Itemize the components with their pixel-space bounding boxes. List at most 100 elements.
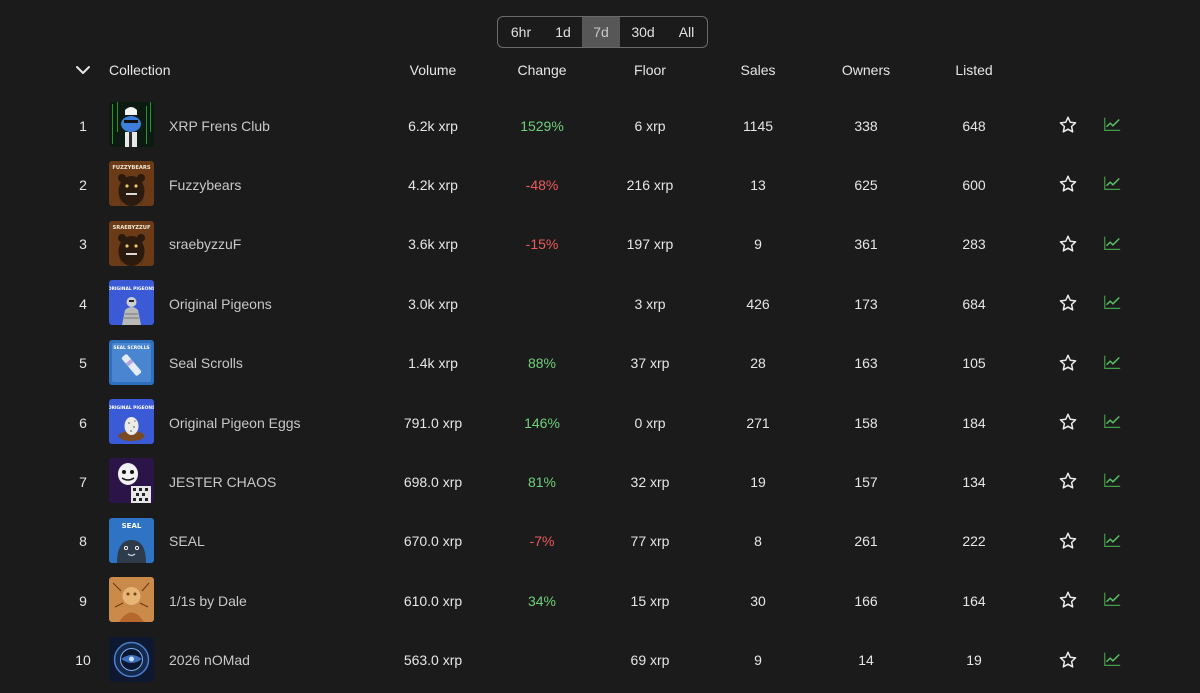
column-header-change[interactable]: Change — [492, 62, 592, 80]
star-outline-icon[interactable] — [1058, 174, 1078, 194]
listed-value: 600 — [962, 176, 986, 193]
table-row[interactable]: 2 FUZZYBEARS Fuzzybears 4.2k xrp -48% 21… — [0, 155, 1200, 214]
range-option-all[interactable]: All — [666, 17, 707, 47]
trend-chart-icon[interactable] — [1102, 293, 1122, 311]
star-outline-icon[interactable] — [1058, 471, 1078, 491]
listed-value: 283 — [962, 236, 986, 253]
star-outline-icon[interactable] — [1058, 115, 1078, 135]
collection-thumbnail[interactable] — [109, 102, 154, 147]
star-outline-icon[interactable] — [1058, 590, 1078, 610]
collection-thumbnail[interactable] — [109, 458, 154, 504]
column-header-volume[interactable]: Volume — [383, 62, 483, 80]
trend-chart-icon[interactable] — [1102, 650, 1122, 668]
column-header-floor[interactable]: Floor — [600, 62, 700, 80]
collection-name[interactable]: Seal Scrolls — [169, 334, 243, 393]
star-outline-icon[interactable] — [1058, 412, 1078, 432]
svg-text:SRAEBYZZUF: SRAEBYZZUF — [113, 225, 151, 231]
column-header-sales[interactable]: Sales — [708, 62, 808, 80]
change-value: -48% — [525, 176, 559, 193]
column-header-collection[interactable]: Collection — [109, 62, 170, 80]
rank-number: 2 — [79, 176, 87, 193]
column-header-owners[interactable]: Owners — [816, 62, 916, 80]
collection-name[interactable]: 1/1s by Dale — [169, 571, 247, 630]
volume-value: 3.6k xrp — [408, 236, 458, 253]
trend-chart-icon[interactable] — [1102, 412, 1122, 430]
rank-number: 3 — [79, 236, 87, 253]
collection-thumbnail[interactable] — [109, 577, 154, 623]
listed-value: 184 — [962, 414, 986, 431]
table-row[interactable]: 1 XRP Frens Club 6.2k xrp 1529% 6 xrp 11… — [0, 96, 1200, 155]
sales-value: 19 — [750, 473, 766, 490]
star-outline-icon[interactable] — [1058, 353, 1078, 373]
volume-value: 670.0 xrp — [403, 533, 463, 550]
floor-value: 69 xrp — [630, 652, 670, 669]
collection-name[interactable]: SEAL — [169, 512, 205, 571]
range-option-30d[interactable]: 30d — [620, 17, 666, 47]
trend-chart-icon[interactable] — [1102, 531, 1122, 549]
range-option-6hr[interactable]: 6hr — [498, 17, 544, 47]
range-option-7d[interactable]: 7d — [582, 17, 620, 47]
star-outline-icon[interactable] — [1058, 531, 1078, 551]
rank-number: 1 — [79, 117, 87, 134]
sales-value: 30 — [750, 592, 766, 609]
volume-value: 3.0k xrp — [408, 295, 458, 312]
change-value: 1529% — [520, 117, 564, 134]
star-outline-icon[interactable] — [1058, 234, 1078, 254]
table-row[interactable]: 6 ORIGINAL PIGEONS Original Pigeon Eggs … — [0, 393, 1200, 452]
table-row[interactable]: 3 SRAEBYZZUF sraebyzzuF 3.6k xrp -15% 19… — [0, 215, 1200, 274]
collection-name[interactable]: 2026 nOMad — [169, 631, 250, 690]
volume-value: 563.0 xrp — [403, 652, 463, 669]
chevron-down-icon[interactable] — [74, 62, 92, 78]
table-row[interactable]: 10 2026 nOMad 563.0 xrp 69 xrp 9 14 19 — [0, 631, 1200, 690]
collection-thumbnail[interactable]: SRAEBYZZUF — [109, 220, 154, 266]
sales-value: 8 — [754, 533, 762, 550]
change-value: -7% — [529, 533, 555, 550]
volume-value: 1.4k xrp — [408, 355, 458, 372]
collection-name[interactable]: Original Pigeon Eggs — [169, 393, 301, 452]
star-outline-icon[interactable] — [1058, 650, 1078, 670]
rank-number: 9 — [79, 592, 87, 609]
collection-name[interactable]: Fuzzybears — [169, 155, 241, 214]
collection-thumbnail[interactable] — [109, 636, 154, 682]
trend-chart-icon[interactable] — [1102, 234, 1122, 252]
listed-value: 19 — [966, 652, 982, 669]
change-value — [492, 274, 592, 333]
table-row[interactable]: 4 ORIGINAL PIGEONS Original Pigeons 3.0k… — [0, 274, 1200, 333]
floor-value: 197 xrp — [626, 236, 674, 253]
rank-number: 4 — [79, 295, 87, 312]
star-outline-icon[interactable] — [1058, 293, 1078, 313]
table-row[interactable]: 7 JESTER CHAOS 698.0 xrp 81% 32 xrp 19 1… — [0, 452, 1200, 511]
trend-chart-icon[interactable] — [1102, 471, 1122, 489]
floor-value: 3 xrp — [634, 295, 666, 312]
collection-thumbnail[interactable]: FUZZYBEARS — [109, 161, 154, 207]
column-header-listed[interactable]: Listed — [924, 62, 1024, 80]
trend-chart-icon[interactable] — [1102, 353, 1122, 371]
listed-value: 164 — [962, 592, 986, 609]
collection-name[interactable]: Original Pigeons — [169, 274, 272, 333]
collection-thumbnail[interactable]: SEAL — [109, 517, 154, 563]
listed-value: 134 — [962, 473, 986, 490]
owners-value: 361 — [854, 236, 878, 253]
floor-value: 0 xrp — [634, 414, 666, 431]
table-row[interactable]: 9 1/1s by Dale 610.0 xrp 34% 15 xrp 30 1… — [0, 571, 1200, 630]
collection-name[interactable]: sraebyzzuF — [169, 215, 241, 274]
owners-value: 14 — [858, 652, 874, 669]
collections-ranking-page: 6hr 1d 7d 30d All Collection Volume Change F… — [0, 0, 1200, 693]
svg-text:ORIGINAL PIGEONS: ORIGINAL PIGEONS — [109, 405, 154, 411]
range-option-1d[interactable]: 1d — [544, 17, 582, 47]
trend-chart-icon[interactable] — [1102, 590, 1122, 608]
table-row[interactable]: 5 SEAL SCROLLS Seal Scrolls 1.4k xrp 88%… — [0, 334, 1200, 393]
collection-name[interactable]: XRP Frens Club — [169, 96, 270, 155]
sales-value: 426 — [746, 295, 770, 312]
trend-chart-icon[interactable] — [1102, 115, 1122, 133]
trend-chart-icon[interactable] — [1102, 174, 1122, 192]
listed-value: 105 — [962, 355, 986, 372]
table-row[interactable]: 8 SEAL SEAL 670.0 xrp -7% 77 xrp 8 261 2… — [0, 512, 1200, 571]
sales-value: 9 — [754, 652, 762, 669]
collection-thumbnail[interactable]: ORIGINAL PIGEONS — [109, 280, 154, 326]
rank-number: 6 — [79, 414, 87, 431]
svg-text:FUZZYBEARS: FUZZYBEARS — [112, 165, 151, 171]
collection-thumbnail[interactable]: SEAL SCROLLS — [109, 339, 154, 385]
collection-name[interactable]: JESTER CHAOS — [169, 452, 276, 511]
collection-thumbnail[interactable]: ORIGINAL PIGEONS — [109, 399, 154, 444]
